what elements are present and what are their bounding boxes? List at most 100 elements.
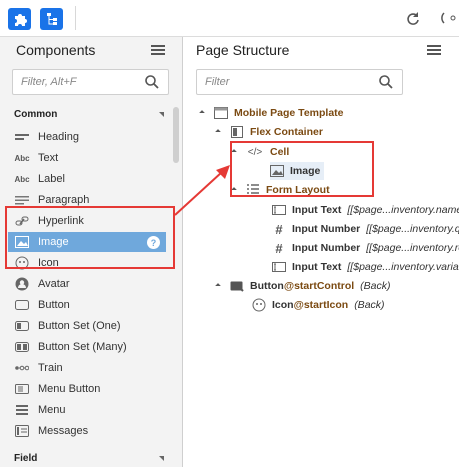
node-slot: @startControl xyxy=(283,280,355,292)
component-label: Menu Button xyxy=(38,383,101,395)
link-icon xyxy=(14,214,30,228)
image-icon xyxy=(270,165,284,177)
node-label: Form Layout xyxy=(266,184,330,196)
tree-node-input-text[interactable]: Input Text [[$page...inventory.name xyxy=(272,201,459,219)
node-label: Input Number xyxy=(292,223,361,235)
node-label: Button xyxy=(250,280,284,292)
components-menu-icon[interactable] xyxy=(151,45,165,57)
component-paragraph[interactable]: Paragraph xyxy=(8,190,166,210)
tree-node-form-layout[interactable]: Form Layout xyxy=(231,181,330,199)
icon-icon xyxy=(14,256,30,270)
button-icon xyxy=(230,280,244,292)
node-binding: [[$page...inventory.qu xyxy=(366,223,459,235)
tree-node-cell[interactable]: </> Cell xyxy=(231,143,289,161)
component-button-set-many[interactable]: Button Set (Many) xyxy=(8,337,166,357)
input-text-icon xyxy=(272,204,286,216)
tree-node-flex-container[interactable]: Flex Container xyxy=(215,123,323,141)
node-label: Input Text xyxy=(292,261,342,273)
component-label: Hyperlink xyxy=(38,215,84,227)
tree-structure-icon[interactable] xyxy=(40,8,63,30)
node-label: Icon xyxy=(272,299,294,311)
search-icon xyxy=(379,75,393,89)
chevron-down-icon[interactable] xyxy=(159,112,164,117)
node-binding: (Back) xyxy=(360,280,391,292)
node-label: Input Number xyxy=(292,242,361,254)
tree-node-icon[interactable]: Icon @startIcon (Back) xyxy=(252,296,385,314)
components-search-input[interactable]: Filter, Alt+F xyxy=(12,69,169,95)
hash-icon: # xyxy=(275,240,283,256)
train-icon xyxy=(14,361,30,375)
help-icon[interactable]: ? xyxy=(147,236,160,249)
text-icon: Abc xyxy=(14,153,30,163)
node-binding: [[$page...inventory.name xyxy=(347,204,459,216)
expand-triangle-icon[interactable] xyxy=(215,129,221,135)
component-label: Paragraph xyxy=(38,194,90,206)
component-train[interactable]: Train xyxy=(8,358,166,378)
chevron-down-icon[interactable] xyxy=(159,456,164,461)
page-structure-panel: Page Structure Filter Mobile Page Templa… xyxy=(184,37,459,467)
image-icon xyxy=(14,235,30,249)
component-button[interactable]: Button xyxy=(8,295,166,315)
section-field[interactable]: Field xyxy=(14,453,37,464)
node-binding: (Back) xyxy=(354,299,385,311)
components-search-placeholder: Filter, Alt+F xyxy=(21,76,77,88)
expand-triangle-icon[interactable] xyxy=(215,283,221,289)
components-panel: Components Filter, Alt+F Common Heading … xyxy=(0,37,183,467)
structure-search-placeholder: Filter xyxy=(205,76,230,88)
section-common[interactable]: Common xyxy=(14,109,57,120)
puzzle-icon[interactable] xyxy=(8,8,31,30)
component-label: Button Set (One) xyxy=(38,320,121,332)
component-label: Menu xyxy=(38,404,66,416)
component-image[interactable]: Image ? xyxy=(8,232,166,252)
expand-triangle-icon[interactable] xyxy=(199,110,205,116)
component-label: Button Set (Many) xyxy=(38,341,127,353)
component-avatar[interactable]: Avatar xyxy=(8,274,166,294)
node-label: Mobile Page Template xyxy=(234,107,344,119)
component-text[interactable]: Abc Text xyxy=(8,148,166,168)
component-label[interactable]: Abc Label xyxy=(8,169,166,189)
toolbar xyxy=(0,0,459,37)
menu-icon xyxy=(14,403,30,417)
component-menu[interactable]: Menu xyxy=(8,400,166,420)
tree-node-button[interactable]: Button @startControl (Back) xyxy=(215,277,391,295)
structure-search-input[interactable]: Filter xyxy=(196,69,403,95)
components-title: Components xyxy=(16,42,96,58)
node-label: Image xyxy=(290,165,321,177)
node-label: Flex Container xyxy=(250,126,323,138)
page-template-icon xyxy=(214,107,228,119)
tree-node-mobile-page-template[interactable]: Mobile Page Template xyxy=(199,104,344,122)
messages-icon xyxy=(14,424,30,438)
input-text-icon xyxy=(272,261,286,273)
button-icon xyxy=(14,298,30,312)
heading-icon xyxy=(14,130,30,144)
menu-button-icon xyxy=(14,382,30,396)
tree-node-input-number[interactable]: # Input Number [[$page...inventory.re xyxy=(272,239,459,257)
toolbar-separator xyxy=(75,6,76,30)
tree-node-input-text[interactable]: Input Text [[$page...inventory.variar xyxy=(272,258,459,276)
structure-menu-icon[interactable] xyxy=(427,45,441,57)
refresh-icon[interactable] xyxy=(404,10,422,28)
component-heading[interactable]: Heading xyxy=(8,127,166,147)
expand-triangle-icon[interactable] xyxy=(231,149,237,155)
component-label: Icon xyxy=(38,257,59,269)
paragraph-icon xyxy=(14,193,30,207)
cut-icon[interactable] xyxy=(440,8,459,28)
label-icon: Abc xyxy=(14,174,30,184)
scrollbar[interactable] xyxy=(173,107,179,163)
flex-container-icon xyxy=(230,126,244,138)
tree-node-input-number[interactable]: # Input Number [[$page...inventory.qu xyxy=(272,220,459,238)
node-label: Input Text xyxy=(292,204,342,216)
component-label: Avatar xyxy=(38,278,70,290)
component-icon[interactable]: Icon xyxy=(8,253,166,273)
code-icon: </> xyxy=(247,146,263,158)
component-messages[interactable]: Messages xyxy=(8,421,166,441)
hash-icon: # xyxy=(275,221,283,237)
node-binding: [[$page...inventory.re xyxy=(366,242,459,254)
component-hyperlink[interactable]: Hyperlink xyxy=(8,211,166,231)
component-button-set-one[interactable]: Button Set (One) xyxy=(8,316,166,336)
component-label: Image xyxy=(38,236,69,248)
node-binding: [[$page...inventory.variar xyxy=(347,261,459,273)
tree-node-image[interactable]: Image xyxy=(270,162,325,180)
component-menu-button[interactable]: Menu Button xyxy=(8,379,166,399)
component-label-text: Label xyxy=(38,173,65,185)
